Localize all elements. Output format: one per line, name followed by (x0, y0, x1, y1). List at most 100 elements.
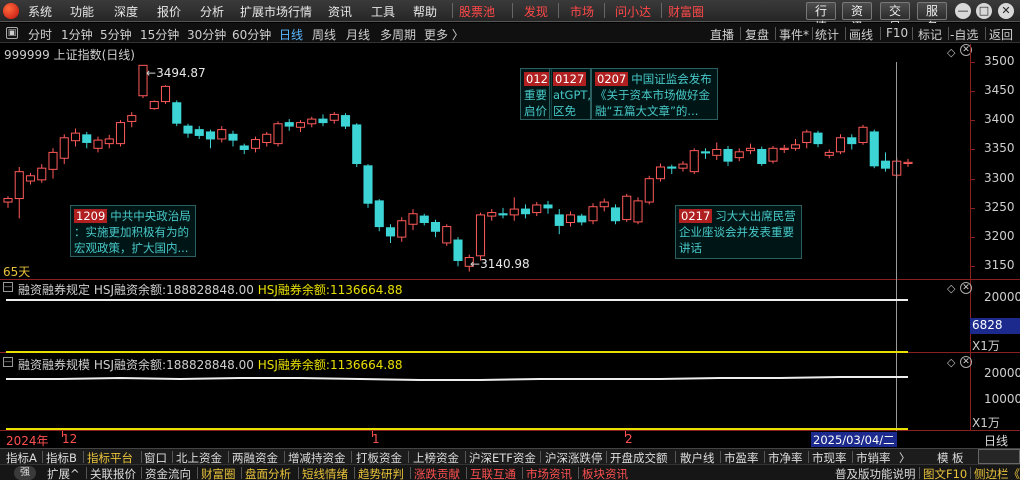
news-box-0127[interactable]: 0127 atGPT, 区免费 (549, 68, 591, 120)
candle[interactable] (554, 209, 564, 235)
menu-stock-pool[interactable]: 股票池 (459, 3, 495, 20)
candle[interactable] (655, 163, 666, 182)
candle[interactable] (307, 116, 317, 128)
candle[interactable] (127, 112, 137, 128)
candle[interactable] (723, 145, 733, 166)
menu-depth[interactable]: 深度 (114, 3, 138, 20)
candle[interactable] (779, 144, 789, 153)
candle[interactable] (543, 200, 553, 214)
candle[interactable] (262, 131, 272, 147)
maximize-icon[interactable]: □ (976, 3, 992, 19)
tab-capital-flow[interactable]: 资金流向 (145, 466, 191, 480)
trade-button[interactable]: 交易 (880, 2, 910, 34)
tool-mark[interactable]: 标记 (918, 26, 942, 43)
candle[interactable] (385, 224, 396, 243)
tool-replay[interactable]: 复盘 (745, 26, 769, 43)
candle[interactable] (712, 142, 722, 160)
candle[interactable] (104, 134, 114, 149)
tool-events[interactable]: 事件* (779, 26, 809, 43)
tab-short-sentiment[interactable]: 短线情绪 (302, 466, 348, 480)
menu-news[interactable]: 资讯 (328, 3, 352, 20)
period-more[interactable]: 更多 〉 (424, 26, 464, 43)
tab-contribution[interactable]: 涨跌贡献 (414, 466, 460, 480)
candle[interactable] (644, 175, 654, 205)
strong-badge[interactable]: 强 (14, 466, 36, 480)
candle[interactable] (48, 148, 58, 179)
diamond-icon[interactable]: ◇ (947, 356, 955, 369)
candle[interactable] (802, 129, 812, 149)
candle[interactable] (745, 143, 756, 155)
tab-connect[interactable]: 互联互通 (470, 466, 516, 480)
candle[interactable] (397, 217, 407, 242)
candle[interactable] (734, 148, 744, 162)
f10-link[interactable]: 图文F10 (923, 466, 967, 480)
candle[interactable] (633, 197, 643, 225)
tool-f10[interactable]: F10 (886, 26, 908, 40)
candle[interactable] (577, 213, 587, 226)
candle[interactable] (610, 204, 621, 225)
candle[interactable] (59, 134, 69, 165)
news-box-012[interactable]: 012 重要 启价 (520, 68, 552, 120)
candle[interactable] (588, 203, 598, 225)
menu-ask-xiaoda[interactable]: 问小达 (615, 3, 651, 20)
candle[interactable] (847, 134, 857, 150)
news-box-0217[interactable]: 0217 习大大出席民营 企业座谈会并发表重要 讲话 (675, 205, 802, 259)
candle[interactable] (419, 213, 429, 226)
candle[interactable] (352, 123, 362, 167)
candle[interactable] (70, 128, 81, 147)
candle[interactable] (757, 146, 767, 166)
menu-tools[interactable]: 工具 (371, 3, 395, 20)
candle[interactable] (667, 164, 677, 175)
candle[interactable] (790, 138, 801, 151)
candle[interactable] (408, 209, 418, 231)
candle[interactable] (115, 120, 126, 147)
candle[interactable] (453, 237, 463, 267)
diamond-icon[interactable]: ◇ (947, 282, 955, 295)
period-monthly[interactable]: 月线 (346, 26, 370, 43)
candle[interactable] (93, 136, 103, 153)
candle[interactable] (487, 209, 497, 221)
period-1min[interactable]: 1分钟 (61, 26, 93, 43)
candle[interactable] (172, 100, 182, 127)
candle[interactable] (498, 207, 508, 219)
candle[interactable] (273, 121, 283, 147)
candle[interactable] (869, 129, 879, 169)
menu-discover[interactable]: 发现 (524, 3, 548, 20)
candle[interactable] (3, 196, 13, 208)
menu-function[interactable]: 功能 (70, 3, 94, 20)
candle[interactable] (329, 112, 339, 124)
tab-trend-research[interactable]: 趋势研判 (358, 466, 404, 480)
candle[interactable] (768, 145, 778, 164)
menu-wealth-circle[interactable]: 财富圈 (668, 3, 704, 20)
candle[interactable] (14, 167, 24, 219)
candle[interactable] (374, 199, 384, 232)
tool-draw[interactable]: 画线 (849, 26, 873, 43)
candle[interactable] (835, 134, 846, 155)
period-multi[interactable]: 多周期 (380, 26, 416, 43)
period-intraday[interactable]: 分时 (28, 26, 52, 43)
close-panel-icon[interactable]: ✕ (960, 282, 972, 294)
service-button[interactable]: 服务 (917, 2, 947, 34)
candle[interactable] (824, 149, 834, 159)
candle[interactable] (565, 211, 576, 227)
period-daily[interactable]: 日线 (279, 26, 303, 43)
close-panel-icon[interactable]: ✕ (960, 356, 972, 368)
candle[interactable] (318, 114, 328, 127)
candle[interactable] (284, 119, 294, 131)
candle[interactable] (250, 136, 261, 153)
candle[interactable] (194, 126, 204, 139)
period-weekly[interactable]: 周线 (312, 26, 336, 43)
candle[interactable] (700, 148, 711, 159)
candle[interactable] (532, 202, 542, 217)
collapse-icon[interactable]: — (3, 282, 13, 292)
sidebar-toggle[interactable]: 侧边栏《 (974, 466, 1020, 480)
app-logo-icon[interactable] (3, 3, 19, 19)
collapse-icon[interactable]: — (3, 357, 13, 367)
candle[interactable] (678, 161, 688, 172)
tab-market-news[interactable]: 市场资讯 (526, 466, 572, 480)
tab-placeholder[interactable] (978, 449, 1020, 464)
candle[interactable] (239, 143, 249, 155)
candle[interactable] (520, 204, 531, 219)
menu-system[interactable]: 系统 (28, 3, 52, 20)
feature-help-link[interactable]: 普及版功能说明 (835, 466, 916, 480)
